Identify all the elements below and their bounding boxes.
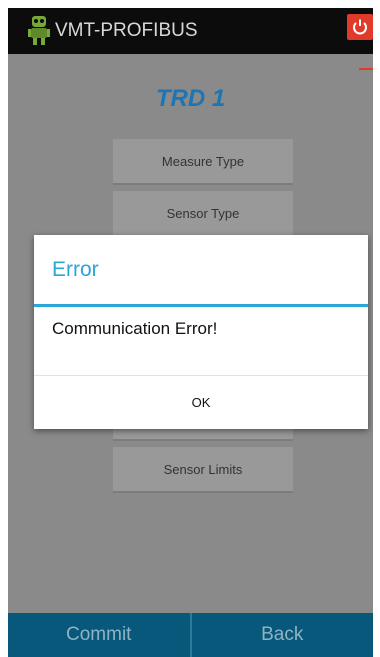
error-dialog: Error Communication Error! OK (34, 235, 368, 429)
sensor-limits-button[interactable]: Sensor Limits (113, 447, 293, 493)
sensor-type-button[interactable]: Sensor Type (113, 191, 293, 237)
accent-line (359, 68, 373, 70)
measure-type-button[interactable]: Measure Type (113, 139, 293, 185)
power-icon (353, 19, 367, 35)
app-title: VMT-PROFIBUS (55, 20, 198, 41)
ok-button[interactable]: OK (34, 376, 368, 429)
action-bar: VMT-PROFIBUS (8, 8, 373, 54)
commit-button[interactable]: Commit (8, 613, 190, 657)
dialog-divider (34, 304, 368, 307)
screen-title: TRD 1 (155, 85, 226, 112)
bottom-bar: Commit Back (8, 613, 373, 657)
dialog-title: Error (52, 258, 99, 281)
power-button[interactable] (347, 14, 373, 40)
back-button[interactable]: Back (192, 613, 374, 657)
robot-icon (28, 16, 50, 45)
dialog-message: Communication Error! (52, 319, 218, 338)
app-screen: VMT-PROFIBUS TRD 1 Measure Type Sensor T… (8, 8, 373, 657)
